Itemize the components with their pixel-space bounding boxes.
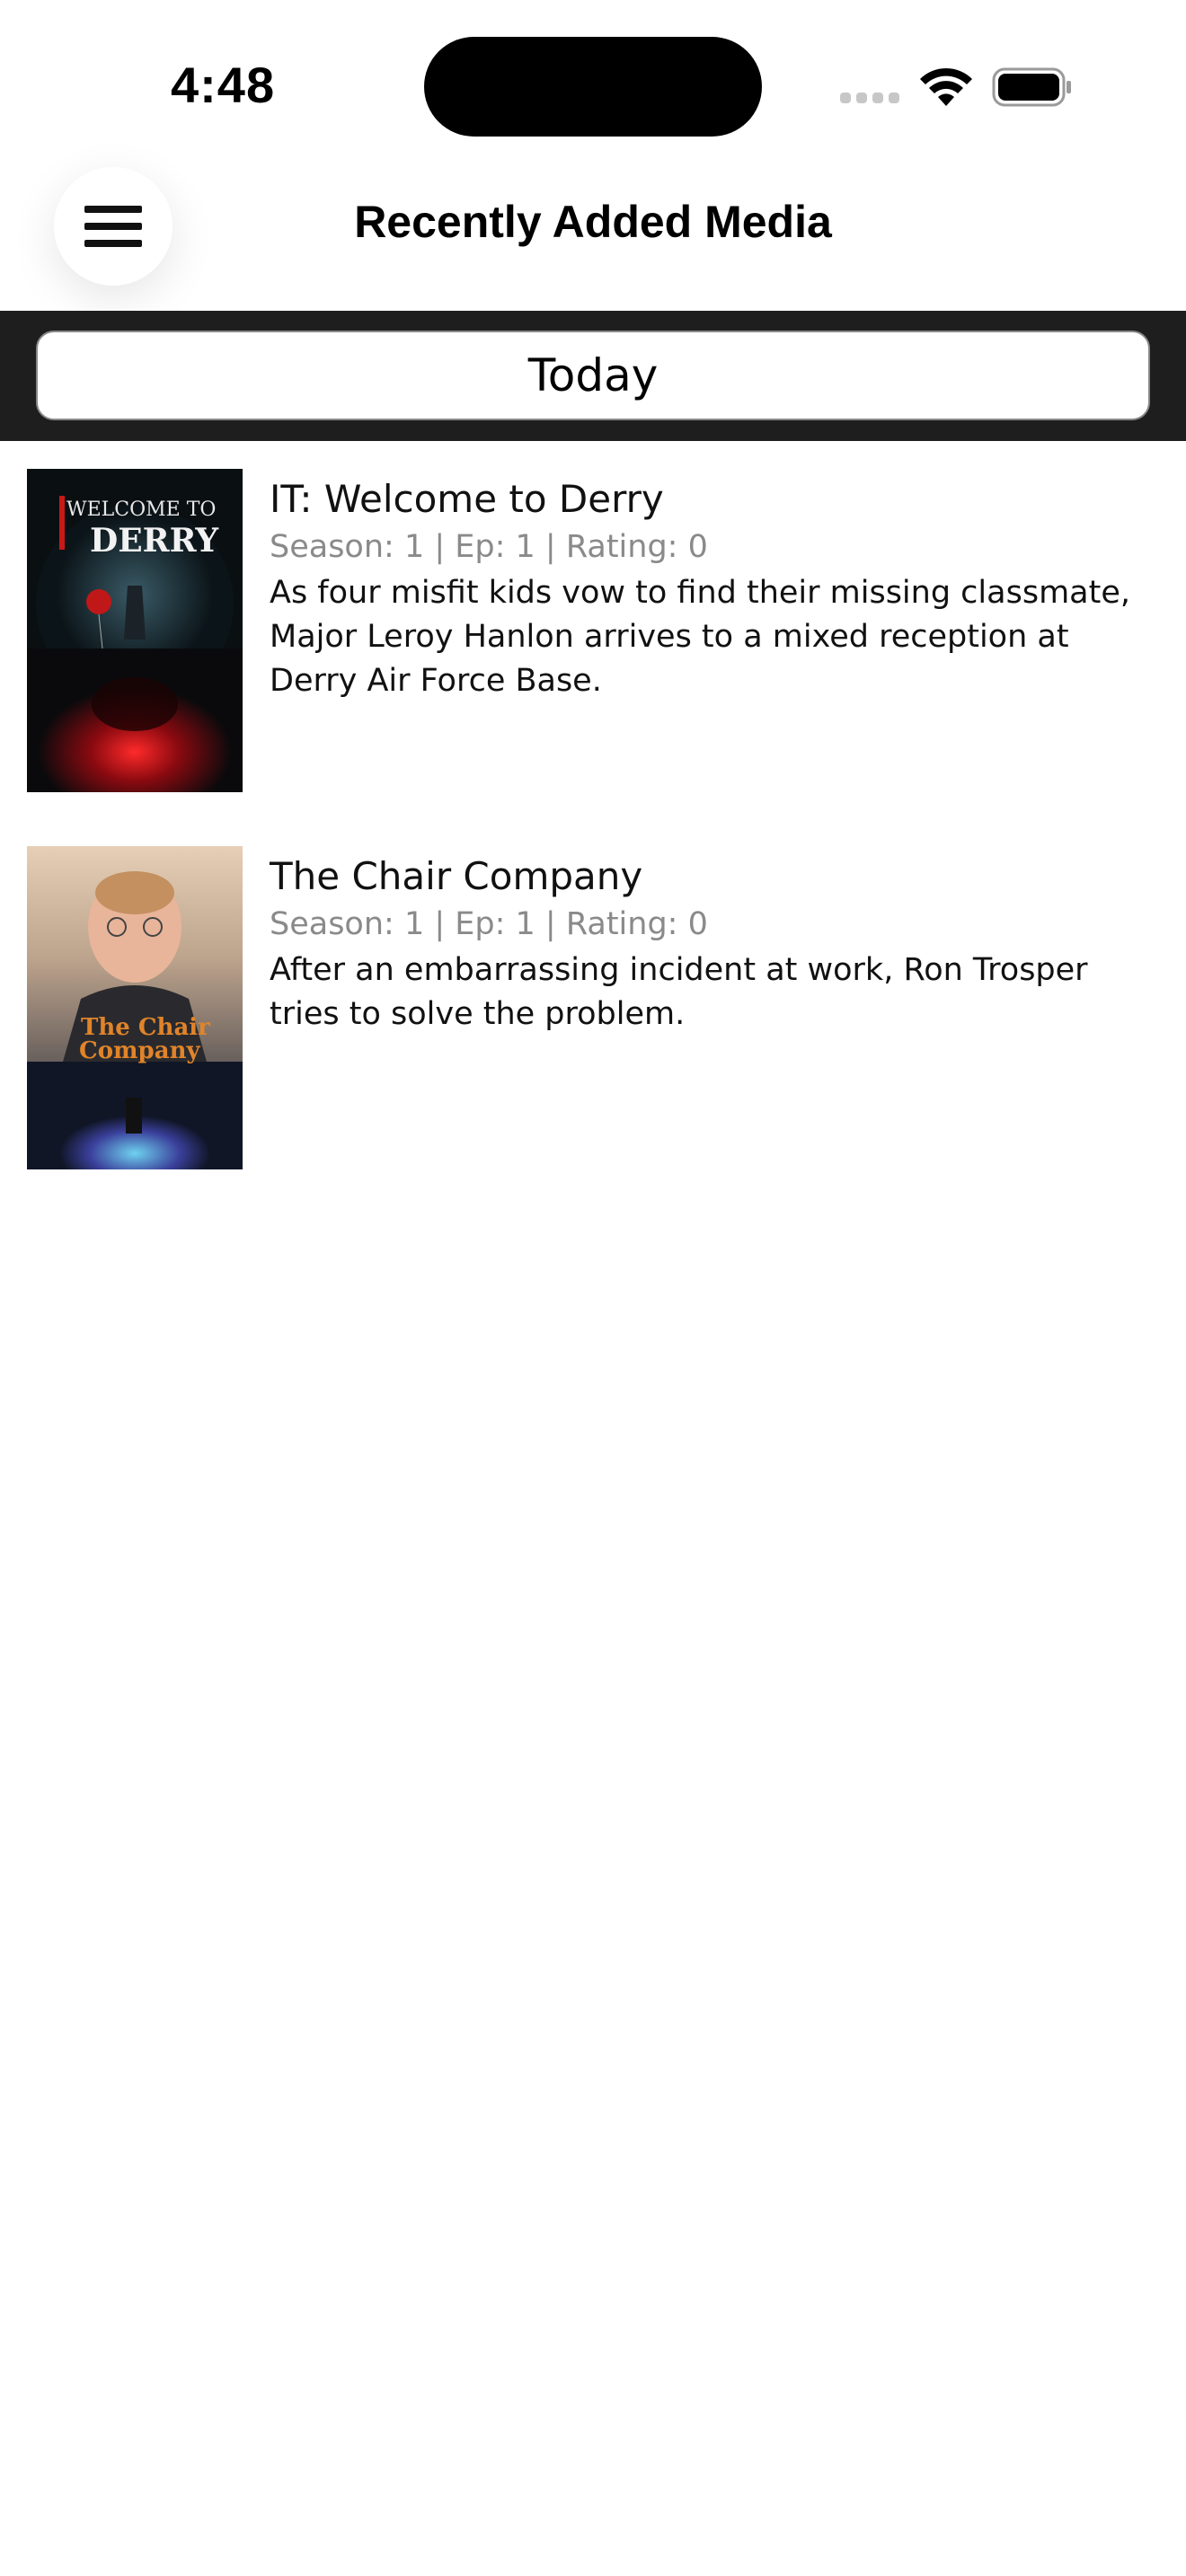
media-description: As four misfit kids vow to find their mi… [270, 575, 1130, 699]
media-meta: Season: 1 | Ep: 1 | Rating: 0 [270, 906, 708, 942]
it-welcome-to-derry-poster: WELCOME TO DERRY [27, 469, 243, 792]
media-info: IT: Welcome to Derry Season: 1 | Ep: 1 |… [270, 474, 1150, 703]
media-title: IT: Welcome to Derry [270, 477, 664, 521]
media-info: The Chair Company Season: 1 | Ep: 1 | Ra… [270, 851, 1150, 1037]
media-description: After an embarrassing incident at work, … [270, 952, 1088, 1032]
media-list-item[interactable]: WELCOME TO DERRY IT: Welcome to Derry Se… [0, 469, 1186, 846]
dynamic-island [424, 37, 762, 137]
segment-bar: Today [0, 311, 1186, 441]
poster-text-2: DERRY [90, 522, 219, 560]
media-meta: Season: 1 | Ep: 1 | Rating: 0 [270, 529, 708, 565]
screen: 4:48 Recently Added Media Today WELCOME … [0, 0, 1186, 2576]
poster-image: The Chair Company [27, 846, 243, 1169]
page-title: Recently Added Media [354, 197, 832, 247]
poster-text-2: Company [79, 1037, 200, 1064]
the-chair-company-poster: The Chair Company [27, 846, 243, 1169]
status-time: 4:48 [171, 57, 276, 113]
wifi-icon [920, 67, 972, 106]
battery-icon [992, 67, 1071, 107]
segment-today-button[interactable]: Today [36, 331, 1150, 420]
poster-image: WELCOME TO DERRY [27, 469, 243, 792]
cellular-signal-icon [840, 93, 903, 105]
media-list-item[interactable]: The Chair Company The Chair Company Seas… [0, 846, 1186, 1223]
poster-text-1: WELCOME TO [66, 498, 216, 521]
media-title: The Chair Company [270, 854, 643, 898]
media-list: WELCOME TO DERRY IT: Welcome to Derry Se… [0, 469, 1186, 1223]
